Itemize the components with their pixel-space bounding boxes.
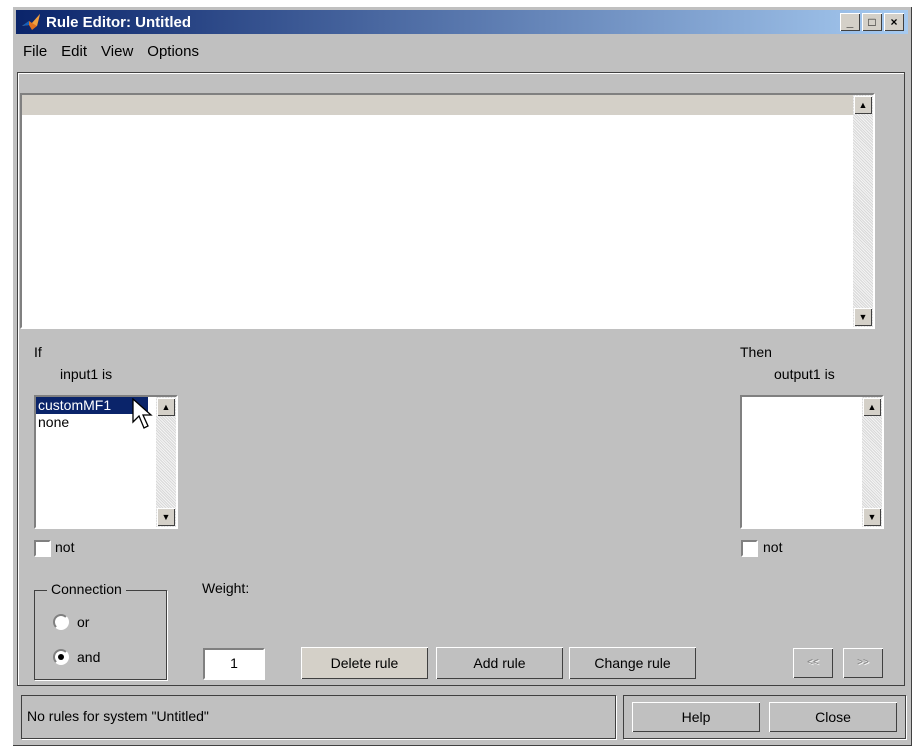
menu-options[interactable]: Options [140, 43, 206, 60]
arrow-down-icon[interactable]: ▼ [854, 308, 872, 326]
weight-label: Weight: [202, 580, 250, 596]
then-label: Then [740, 344, 772, 360]
title-bar[interactable]: Rule Editor: Untitled _ □ × [16, 10, 908, 34]
input1-not-label: not [55, 539, 75, 555]
rule-list-selection-row[interactable] [22, 95, 853, 115]
status-text: No rules for system "Untitled" [27, 708, 209, 724]
menu-bar: File Edit View Options [16, 38, 206, 64]
output1-listbox[interactable]: ▲ ▼ [740, 395, 884, 529]
bottom-button-panel: Help Close [623, 695, 906, 739]
input1-not-checkbox[interactable] [34, 540, 51, 557]
window-controls: _ □ × [840, 13, 904, 31]
change-rule-button[interactable]: Change rule [569, 647, 696, 679]
arrow-up-icon[interactable]: ▲ [863, 398, 881, 416]
maximize-button[interactable]: □ [862, 13, 882, 31]
list-item[interactable]: none [36, 414, 176, 431]
output1-label: output1 is [774, 366, 835, 382]
help-button[interactable]: Help [632, 702, 760, 732]
arrow-down-icon[interactable]: ▼ [157, 508, 175, 526]
connection-groupbox: Connection [34, 581, 167, 680]
add-rule-button[interactable]: Add rule [436, 647, 563, 679]
window-title: Rule Editor: Untitled [46, 13, 191, 31]
close-window-button[interactable]: × [884, 13, 904, 31]
delete-rule-button[interactable]: Delete rule [301, 647, 428, 679]
rule-list-scrollbar[interactable]: ▲ ▼ [853, 95, 873, 327]
mouse-cursor-icon [132, 398, 153, 429]
next-button[interactable]: >> [843, 648, 883, 678]
arrow-up-icon[interactable]: ▲ [854, 96, 872, 114]
input1-scrollbar[interactable]: ▲ ▼ [156, 397, 176, 527]
menu-view[interactable]: View [94, 43, 140, 60]
menu-edit[interactable]: Edit [54, 43, 94, 60]
input1-listbox[interactable]: customMF1 none ▲ ▼ [34, 395, 178, 529]
and-radio[interactable] [53, 649, 69, 665]
connection-label: Connection [47, 581, 126, 597]
or-label: or [77, 614, 90, 630]
status-bar: No rules for system "Untitled" [21, 695, 616, 739]
minimize-button[interactable]: _ [840, 13, 860, 31]
arrow-up-icon[interactable]: ▲ [157, 398, 175, 416]
matlab-logo-icon [22, 14, 40, 30]
previous-button[interactable]: << [793, 648, 833, 678]
weight-field[interactable]: 1 [203, 648, 265, 680]
input1-label: input1 is [60, 366, 113, 382]
radio-selected-dot [58, 654, 64, 660]
output1-scrollbar[interactable]: ▲ ▼ [862, 397, 882, 527]
if-label: If [34, 344, 42, 360]
rule-list[interactable]: ▲ ▼ [20, 93, 875, 329]
close-button[interactable]: Close [769, 702, 897, 732]
arrow-down-icon[interactable]: ▼ [863, 508, 881, 526]
output1-not-checkbox[interactable] [741, 540, 758, 557]
output1-not-label: not [763, 539, 783, 555]
or-radio[interactable] [53, 614, 69, 630]
and-label: and [77, 649, 101, 665]
menu-file[interactable]: File [16, 43, 54, 60]
